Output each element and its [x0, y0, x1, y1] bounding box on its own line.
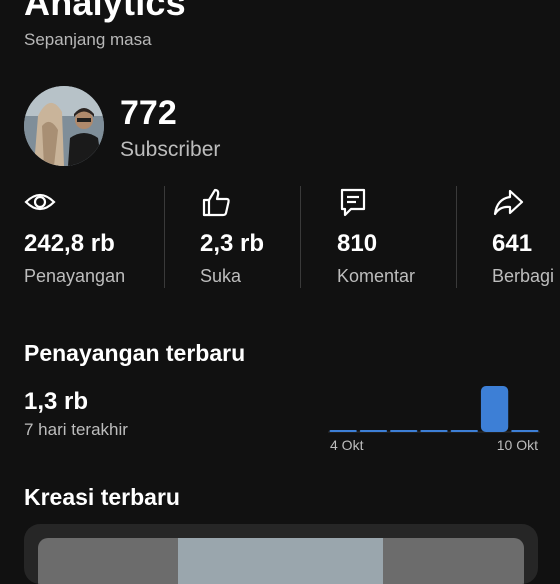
stat-value: 810	[337, 230, 378, 257]
chart-bar	[480, 386, 509, 432]
stat-value: 2,3 rb	[200, 230, 265, 257]
divider	[456, 186, 457, 288]
stat-value: 641	[492, 230, 533, 257]
time-range-label: Sepanjang masa	[24, 30, 152, 49]
chart-bar	[390, 430, 418, 432]
thumbs-up-icon	[202, 188, 230, 217]
divider	[164, 186, 165, 288]
eye-icon	[24, 193, 56, 211]
thumbnail-image	[178, 538, 383, 584]
video-thumbnail[interactable]	[38, 538, 524, 584]
recent-views-value: 1,3 rb	[24, 388, 89, 415]
recent-views-chart[interactable]: 4 Okt 10 Okt	[328, 380, 540, 460]
recent-creations-title: Kreasi terbaru	[24, 484, 180, 510]
divider	[300, 186, 301, 288]
stat-value: 242,8 rb	[24, 230, 115, 257]
avatar[interactable]	[24, 86, 104, 166]
chart-tick-label: 4 Okt	[330, 437, 364, 453]
comment-icon	[340, 188, 366, 217]
stat-label: Penayangan	[24, 266, 126, 286]
recent-creation-card[interactable]	[24, 524, 538, 584]
stat-label: Suka	[200, 266, 242, 286]
chart-bar	[359, 430, 388, 432]
chart-bar	[450, 430, 478, 432]
chart-bar	[420, 430, 448, 432]
chart-bar	[511, 430, 539, 432]
chart-bar	[329, 430, 357, 432]
share-icon	[493, 189, 524, 216]
recent-views-period: 7 hari terakhir	[24, 420, 128, 439]
stat-label: Berbagi	[492, 266, 555, 286]
subscriber-count: 772	[120, 94, 177, 132]
page-title: Analytics	[24, 0, 186, 23]
stat-label: Komentar	[337, 266, 416, 286]
chart-tick-label: 10 Okt	[497, 437, 538, 453]
recent-views-title: Penayangan terbaru	[24, 340, 246, 366]
avatar-image	[24, 86, 104, 166]
subscriber-label: Subscriber	[120, 138, 221, 161]
